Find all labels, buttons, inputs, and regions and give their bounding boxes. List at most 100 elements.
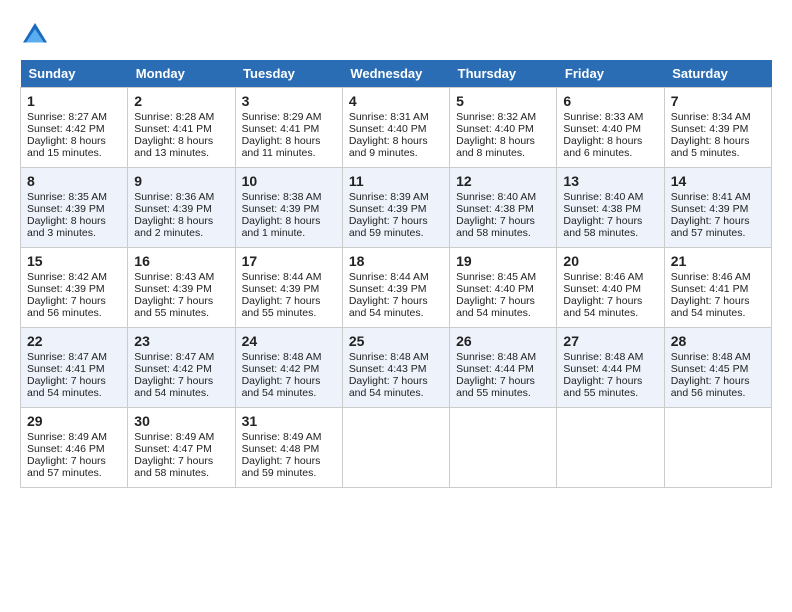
day-info-line: Sunrise: 8:47 AM — [27, 351, 121, 363]
day-info-line: Daylight: 8 hours — [456, 135, 550, 147]
day-info-line: Sunrise: 8:39 AM — [349, 191, 443, 203]
day-info-line: Daylight: 7 hours — [563, 375, 657, 387]
calendar-cell: 14Sunrise: 8:41 AMSunset: 4:39 PMDayligh… — [664, 168, 771, 248]
day-number: 30 — [134, 413, 228, 429]
day-info-line: Sunset: 4:42 PM — [242, 363, 336, 375]
day-info-line: Sunset: 4:46 PM — [27, 443, 121, 455]
calendar-week-row: 15Sunrise: 8:42 AMSunset: 4:39 PMDayligh… — [21, 248, 772, 328]
day-info-line: Daylight: 8 hours — [134, 215, 228, 227]
day-info-line: Sunset: 4:41 PM — [671, 283, 765, 295]
calendar-cell: 30Sunrise: 8:49 AMSunset: 4:47 PMDayligh… — [128, 408, 235, 488]
logo-icon — [20, 20, 50, 50]
day-info-line: Daylight: 7 hours — [27, 375, 121, 387]
day-info-line: Daylight: 7 hours — [27, 455, 121, 467]
day-info-line: Daylight: 7 hours — [456, 295, 550, 307]
day-info-line: and 56 minutes. — [27, 307, 121, 319]
day-info-line: Sunrise: 8:48 AM — [349, 351, 443, 363]
day-info-line: Sunset: 4:39 PM — [349, 203, 443, 215]
day-info-line: and 59 minutes. — [349, 227, 443, 239]
calendar-cell: 6Sunrise: 8:33 AMSunset: 4:40 PMDaylight… — [557, 88, 664, 168]
day-number: 13 — [563, 173, 657, 189]
day-info-line: Sunset: 4:44 PM — [456, 363, 550, 375]
day-info-line: Sunset: 4:40 PM — [349, 123, 443, 135]
calendar-cell: 9Sunrise: 8:36 AMSunset: 4:39 PMDaylight… — [128, 168, 235, 248]
weekday-header-wednesday: Wednesday — [342, 60, 449, 88]
day-info-line: and 13 minutes. — [134, 147, 228, 159]
day-info-line: Sunrise: 8:38 AM — [242, 191, 336, 203]
day-info-line: Daylight: 8 hours — [27, 215, 121, 227]
day-number: 24 — [242, 333, 336, 349]
day-info-line: and 54 minutes. — [349, 307, 443, 319]
day-number: 3 — [242, 93, 336, 109]
day-info-line: Daylight: 7 hours — [456, 215, 550, 227]
day-info-line: Sunrise: 8:34 AM — [671, 111, 765, 123]
day-info-line: Sunset: 4:39 PM — [27, 203, 121, 215]
day-info-line: Sunrise: 8:45 AM — [456, 271, 550, 283]
day-info-line: Sunrise: 8:42 AM — [27, 271, 121, 283]
calendar-week-row: 29Sunrise: 8:49 AMSunset: 4:46 PMDayligh… — [21, 408, 772, 488]
day-number: 1 — [27, 93, 121, 109]
day-info-line: and 5 minutes. — [671, 147, 765, 159]
calendar-table: SundayMondayTuesdayWednesdayThursdayFrid… — [20, 60, 772, 488]
day-info-line: and 59 minutes. — [242, 467, 336, 479]
calendar-cell: 17Sunrise: 8:44 AMSunset: 4:39 PMDayligh… — [235, 248, 342, 328]
day-info-line: and 8 minutes. — [456, 147, 550, 159]
day-number: 20 — [563, 253, 657, 269]
day-info-line: Sunrise: 8:46 AM — [563, 271, 657, 283]
day-info-line: and 54 minutes. — [242, 387, 336, 399]
day-info-line: and 54 minutes. — [349, 387, 443, 399]
day-number: 18 — [349, 253, 443, 269]
weekday-header-saturday: Saturday — [664, 60, 771, 88]
calendar-cell — [342, 408, 449, 488]
day-info-line: and 9 minutes. — [349, 147, 443, 159]
day-info-line: Sunrise: 8:36 AM — [134, 191, 228, 203]
calendar-cell: 4Sunrise: 8:31 AMSunset: 4:40 PMDaylight… — [342, 88, 449, 168]
calendar-cell: 1Sunrise: 8:27 AMSunset: 4:42 PMDaylight… — [21, 88, 128, 168]
weekday-header-friday: Friday — [557, 60, 664, 88]
day-info-line: Daylight: 8 hours — [563, 135, 657, 147]
day-number: 21 — [671, 253, 765, 269]
day-info-line: Sunrise: 8:31 AM — [349, 111, 443, 123]
day-info-line: Sunrise: 8:48 AM — [242, 351, 336, 363]
day-info-line: Sunrise: 8:48 AM — [671, 351, 765, 363]
calendar-cell: 12Sunrise: 8:40 AMSunset: 4:38 PMDayligh… — [450, 168, 557, 248]
weekday-header-tuesday: Tuesday — [235, 60, 342, 88]
day-info-line: Daylight: 7 hours — [671, 215, 765, 227]
day-info-line: Sunrise: 8:49 AM — [134, 431, 228, 443]
day-info-line: and 58 minutes. — [134, 467, 228, 479]
calendar-cell: 11Sunrise: 8:39 AMSunset: 4:39 PMDayligh… — [342, 168, 449, 248]
day-number: 14 — [671, 173, 765, 189]
day-number: 23 — [134, 333, 228, 349]
day-info-line: Sunrise: 8:29 AM — [242, 111, 336, 123]
day-info-line: Daylight: 7 hours — [242, 455, 336, 467]
day-info-line: Sunrise: 8:47 AM — [134, 351, 228, 363]
calendar-cell — [664, 408, 771, 488]
day-info-line: Sunrise: 8:48 AM — [456, 351, 550, 363]
day-info-line: Daylight: 7 hours — [134, 295, 228, 307]
day-info-line: Sunset: 4:48 PM — [242, 443, 336, 455]
day-info-line: Daylight: 7 hours — [134, 375, 228, 387]
day-number: 7 — [671, 93, 765, 109]
day-info-line: Sunset: 4:42 PM — [27, 123, 121, 135]
day-info-line: Sunset: 4:39 PM — [349, 283, 443, 295]
day-info-line: Sunrise: 8:48 AM — [563, 351, 657, 363]
day-number: 17 — [242, 253, 336, 269]
day-info-line: Sunset: 4:44 PM — [563, 363, 657, 375]
day-info-line: Sunset: 4:47 PM — [134, 443, 228, 455]
day-number: 26 — [456, 333, 550, 349]
day-number: 16 — [134, 253, 228, 269]
day-number: 11 — [349, 173, 443, 189]
day-info-line: Sunrise: 8:28 AM — [134, 111, 228, 123]
day-info-line: Sunset: 4:38 PM — [563, 203, 657, 215]
calendar-cell: 5Sunrise: 8:32 AMSunset: 4:40 PMDaylight… — [450, 88, 557, 168]
day-info-line: Daylight: 8 hours — [27, 135, 121, 147]
day-info-line: Sunset: 4:39 PM — [671, 203, 765, 215]
calendar-cell: 26Sunrise: 8:48 AMSunset: 4:44 PMDayligh… — [450, 328, 557, 408]
calendar-cell: 19 Sunrise: 8:45 AMSunset: 4:40 PMDayligh… — [450, 248, 557, 328]
day-info-line: Sunset: 4:40 PM — [456, 283, 550, 295]
day-info-line: and 54 minutes. — [671, 307, 765, 319]
day-number: 2 — [134, 93, 228, 109]
day-info-line: Sunset: 4:43 PM — [349, 363, 443, 375]
day-number: 19 — [456, 253, 550, 269]
day-info-line: Sunset: 4:42 PM — [134, 363, 228, 375]
